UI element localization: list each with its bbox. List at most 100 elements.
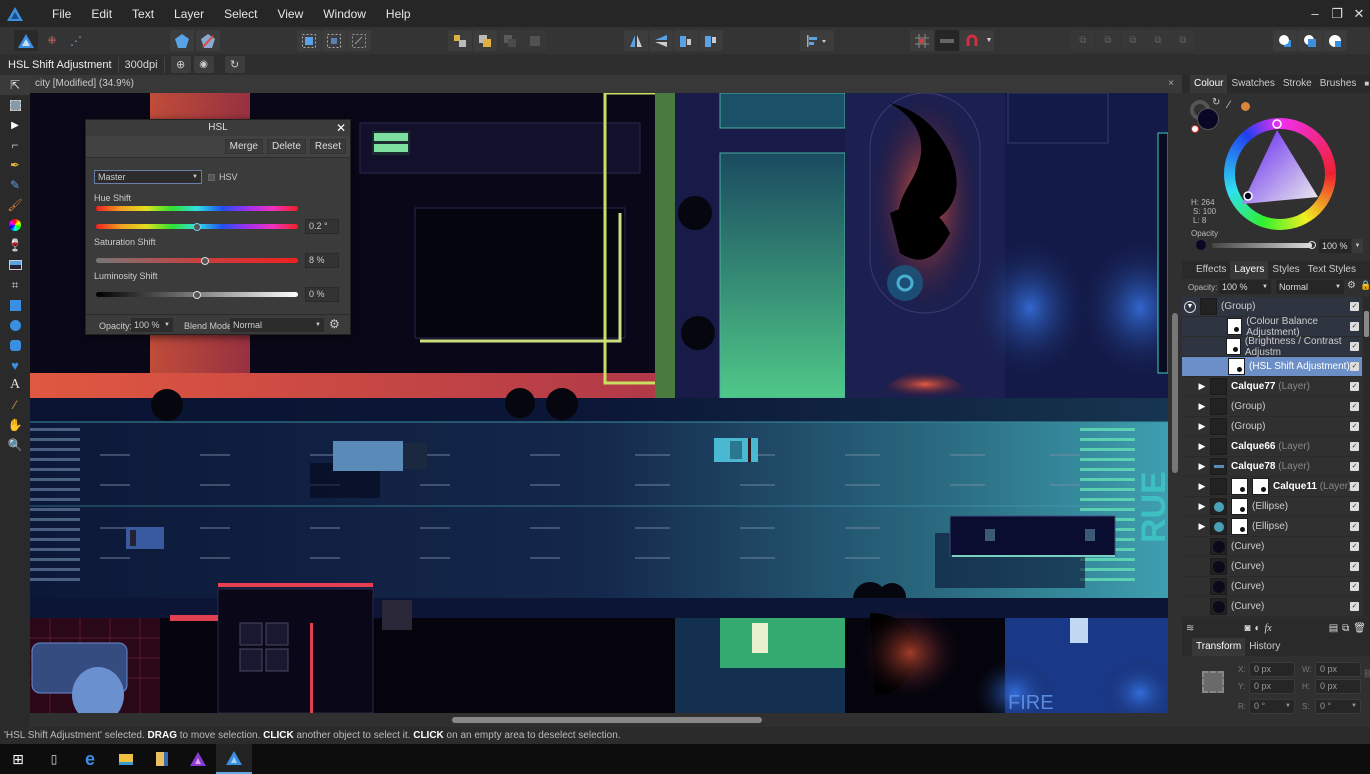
dpi-label[interactable]: 300dpi: [125, 59, 158, 71]
layer-row[interactable]: (Curve) ✓: [1182, 597, 1362, 617]
horizontal-scroll-thumb[interactable]: [452, 717, 762, 723]
layers-stack-icon[interactable]: ≋: [1186, 623, 1194, 634]
vector-brush-tool[interactable]: 🖌: [0, 195, 30, 215]
isolate-button[interactable]: [170, 30, 194, 51]
layer-row[interactable]: (HSL Shift Adjustment) ✓: [1182, 357, 1362, 377]
select-transform-button[interactable]: [347, 30, 371, 51]
expand-icon[interactable]: ▶: [1194, 401, 1210, 412]
boolean-add-button[interactable]: ⧉: [1071, 30, 1095, 51]
color-wheel[interactable]: [1224, 118, 1336, 230]
task-view-button[interactable]: ▯: [36, 744, 72, 774]
saturation-shift-slider[interactable]: [96, 256, 298, 265]
delete-button[interactable]: Delete: [266, 139, 306, 154]
expand-icon[interactable]: ▶: [1194, 441, 1210, 452]
layer-row[interactable]: ▶ Calque11 (Layer) ✓: [1182, 477, 1362, 497]
tab-colour[interactable]: Colour: [1190, 75, 1228, 93]
tab-transform[interactable]: Transform: [1192, 638, 1246, 656]
artboard-tool[interactable]: [0, 95, 30, 115]
restore-button[interactable]: ❐: [1326, 6, 1348, 22]
arrange-forward-button[interactable]: [473, 30, 497, 51]
adjustment-icon[interactable]: ◐: [1254, 623, 1260, 634]
layer-row[interactable]: ▶ Calque66 (Layer) ✓: [1182, 437, 1362, 457]
tab-swatches[interactable]: Swatches: [1227, 75, 1278, 93]
expand-icon[interactable]: ▶: [1194, 481, 1210, 492]
pixel-persona-button[interactable]: ⁜: [40, 30, 64, 51]
expand-icon[interactable]: ▶: [1194, 501, 1210, 512]
layer-row[interactable]: ▶ (Ellipse) ✓: [1182, 497, 1362, 517]
tab-text-styles[interactable]: Text Styles: [1304, 261, 1360, 279]
layers-scroll-thumb[interactable]: [1364, 311, 1369, 337]
affinity-photo-button[interactable]: [180, 744, 216, 774]
layer-visibility-checkbox[interactable]: ✓: [1350, 422, 1359, 431]
start-button[interactable]: ⊞: [0, 744, 36, 774]
layer-row[interactable]: (Brightness / Contrast Adjustm ✓: [1182, 336, 1362, 358]
boolean-intersect-button[interactable]: ⧉: [1121, 30, 1145, 51]
layer-opacity-dropdown[interactable]: 100 % ▼: [1219, 280, 1271, 294]
layer-row[interactable]: (Curve) ✓: [1182, 557, 1362, 577]
layer-visibility-checkbox[interactable]: ✓: [1350, 362, 1359, 371]
layer-visibility-checkbox[interactable]: ✓: [1350, 382, 1359, 391]
flip-vertical-button[interactable]: [649, 30, 673, 51]
rotate-right-button[interactable]: [699, 30, 723, 51]
insert-inside-button[interactable]: [1273, 30, 1297, 51]
pen-tool[interactable]: ✒: [0, 155, 30, 175]
layer-visibility-checkbox[interactable]: ✓: [1350, 562, 1359, 571]
h-input[interactable]: 0 px: [1315, 679, 1361, 694]
tab-history[interactable]: History: [1245, 638, 1284, 656]
rectangle-tool[interactable]: [0, 295, 30, 315]
menu-layer[interactable]: Layer: [164, 7, 214, 21]
layer-visibility-checkbox[interactable]: ✓: [1350, 522, 1359, 531]
view-tool[interactable]: ✋: [0, 415, 30, 435]
rotate-left-button[interactable]: [674, 30, 698, 51]
lock-icon[interactable]: 🔒: [1360, 280, 1370, 291]
snapping-options-button[interactable]: [935, 30, 959, 51]
minimize-button[interactable]: –: [1304, 6, 1326, 21]
edge-button[interactable]: e: [72, 744, 108, 774]
snapping-dropdown[interactable]: ▼: [984, 30, 994, 51]
layer-visibility-checkbox[interactable]: ✓: [1350, 582, 1359, 591]
opacity-slider[interactable]: [1212, 243, 1312, 248]
expand-icon[interactable]: ▶: [1194, 521, 1210, 532]
layer-visibility-checkbox[interactable]: ✓: [1350, 342, 1359, 351]
swap-colors-icon[interactable]: ↻: [1212, 97, 1220, 108]
tab-layers[interactable]: Layers: [1230, 261, 1269, 279]
vertical-scrollbar[interactable]: [1168, 93, 1182, 713]
document-tab[interactable]: city [Modified] (34.9%) ×: [30, 75, 1182, 93]
insert-behind-button[interactable]: [1298, 30, 1322, 51]
arrange-backward-button[interactable]: [498, 30, 522, 51]
place-image-tool[interactable]: [0, 255, 30, 275]
designer-persona-button[interactable]: [14, 30, 38, 51]
opacity-input[interactable]: 100 %: [1319, 239, 1351, 253]
opacity-dropdown[interactable]: 100 % ▼: [131, 318, 173, 332]
hue-shift-knob[interactable]: [193, 222, 201, 231]
close-dialog-icon[interactable]: ✕: [336, 120, 346, 136]
transform-origin-button[interactable]: ⊕: [170, 56, 191, 73]
w-input[interactable]: 0 px: [1315, 662, 1361, 677]
export-persona-button[interactable]: ⋰: [64, 30, 88, 51]
menu-edit[interactable]: Edit: [81, 7, 122, 21]
insert-top-button[interactable]: [1323, 30, 1347, 51]
saturation-shift-knob[interactable]: [201, 256, 210, 265]
vertical-scroll-thumb[interactable]: [1172, 313, 1178, 473]
hsv-checkbox[interactable]: [208, 174, 215, 181]
layer-visibility-checkbox[interactable]: ✓: [1350, 482, 1359, 491]
align-dropdown-button[interactable]: [800, 30, 834, 51]
layer-row[interactable]: (Curve) ✓: [1182, 577, 1362, 597]
layer-row[interactable]: ▶ Calque77 (Layer) ✓: [1182, 377, 1362, 397]
tab-stroke[interactable]: Stroke: [1279, 75, 1316, 93]
luminosity-shift-slider[interactable]: [96, 290, 298, 299]
opacity-slider-knob[interactable]: [1308, 241, 1316, 249]
layer-blend-dropdown[interactable]: Normal ▼: [1276, 280, 1344, 294]
anchor-selector[interactable]: [1202, 671, 1224, 693]
affinity-designer-button[interactable]: [216, 744, 252, 774]
layer-visibility-checkbox[interactable]: ✓: [1350, 502, 1359, 511]
ellipse-tool[interactable]: [0, 315, 30, 335]
close-document-icon[interactable]: ×: [1168, 75, 1174, 93]
select-inside-button[interactable]: [297, 30, 321, 51]
layer-visibility-checkbox[interactable]: ✓: [1350, 302, 1359, 311]
close-window-button[interactable]: ✕: [1348, 6, 1370, 22]
layer-visibility-checkbox[interactable]: ✓: [1350, 402, 1359, 411]
layer-row[interactable]: (Colour Balance Adjustment) ✓: [1182, 316, 1362, 338]
grid-snap-button[interactable]: [910, 30, 934, 51]
layer-row[interactable]: ▶ Calque78 (Layer) ✓: [1182, 457, 1362, 477]
